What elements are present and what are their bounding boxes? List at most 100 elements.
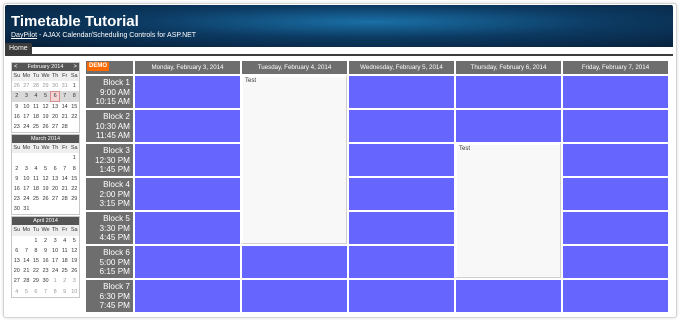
time-cell[interactable] — [347, 176, 454, 210]
mini-day[interactable]: 14 — [60, 174, 70, 184]
time-cell[interactable] — [133, 210, 240, 244]
calendar-event[interactable]: Test — [454, 142, 561, 278]
time-cell[interactable] — [133, 278, 240, 312]
mini-day[interactable]: 14 — [60, 102, 70, 112]
mini-day[interactable]: 19 — [41, 184, 51, 194]
mini-day[interactable]: 5 — [69, 236, 79, 246]
mini-day[interactable]: 15 — [69, 102, 79, 112]
mini-day[interactable]: 3 — [22, 164, 32, 174]
mini-day[interactable]: 3 — [69, 276, 79, 286]
mini-day[interactable]: 23 — [12, 122, 22, 132]
mini-day[interactable]: 30 — [50, 81, 60, 91]
time-cell[interactable] — [561, 210, 668, 244]
mini-day[interactable]: 31 — [22, 204, 32, 214]
prev-month-button[interactable]: < — [14, 63, 18, 71]
mini-day[interactable]: 30 — [41, 276, 51, 286]
mini-day[interactable]: 9 — [12, 102, 22, 112]
mini-day[interactable]: 28 — [31, 81, 41, 91]
mini-day[interactable]: 24 — [50, 266, 60, 276]
mini-day[interactable]: 12 — [41, 174, 51, 184]
mini-day[interactable]: 28 — [22, 276, 32, 286]
time-cell[interactable] — [454, 108, 561, 142]
mini-day[interactable]: 7 — [22, 246, 32, 256]
mini-day[interactable]: 24 — [22, 194, 32, 204]
mini-day[interactable]: 16 — [12, 184, 22, 194]
mini-day[interactable]: 8 — [50, 287, 60, 297]
mini-day[interactable]: 21 — [60, 184, 70, 194]
mini-day[interactable]: 7 — [59, 91, 70, 102]
mini-day[interactable]: 8 — [69, 164, 79, 174]
mini-day[interactable]: 18 — [31, 184, 41, 194]
time-cell[interactable] — [561, 278, 668, 312]
mini-day[interactable]: 6 — [50, 91, 60, 102]
time-cell[interactable] — [240, 278, 347, 312]
mini-day[interactable]: 21 — [22, 266, 32, 276]
time-cell[interactable] — [133, 142, 240, 176]
mini-day[interactable]: 11 — [60, 246, 70, 256]
mini-day[interactable]: 2 — [41, 236, 51, 246]
mini-day[interactable]: 25 — [31, 194, 41, 204]
mini-day[interactable]: 27 — [12, 276, 22, 286]
mini-day[interactable]: 4 — [31, 91, 41, 102]
mini-day[interactable]: 1 — [69, 153, 79, 163]
mini-day[interactable]: 23 — [12, 194, 22, 204]
mini-day[interactable]: 27 — [50, 122, 60, 132]
time-cell[interactable] — [561, 176, 668, 210]
mini-day[interactable]: 17 — [22, 184, 32, 194]
mini-day[interactable]: 29 — [41, 81, 51, 91]
mini-day[interactable]: 9 — [41, 246, 51, 256]
time-cell[interactable] — [133, 108, 240, 142]
mini-day[interactable]: 5 — [22, 287, 32, 297]
mini-day[interactable]: 27 — [50, 194, 60, 204]
mini-day[interactable]: 19 — [69, 256, 79, 266]
mini-day[interactable]: 3 — [50, 236, 60, 246]
mini-day[interactable]: 1 — [50, 276, 60, 286]
mini-day[interactable]: 4 — [31, 164, 41, 174]
mini-day[interactable]: 30 — [12, 204, 22, 214]
mini-day[interactable]: 6 — [50, 164, 60, 174]
time-cell[interactable] — [133, 244, 240, 278]
mini-day[interactable]: 26 — [69, 266, 79, 276]
mini-day[interactable]: 19 — [41, 112, 51, 122]
time-cell[interactable] — [347, 108, 454, 142]
mini-day[interactable]: 20 — [50, 112, 60, 122]
time-cell[interactable] — [347, 142, 454, 176]
mini-day[interactable]: 22 — [31, 266, 41, 276]
time-cell[interactable] — [347, 244, 454, 278]
mini-day[interactable]: 28 — [60, 194, 70, 204]
calendar-event[interactable]: Test — [240, 74, 347, 244]
mini-day[interactable]: 12 — [69, 246, 79, 256]
mini-day[interactable]: 4 — [12, 287, 22, 297]
mini-day[interactable]: 26 — [41, 194, 51, 204]
time-cell[interactable] — [561, 74, 668, 108]
time-cell[interactable] — [347, 210, 454, 244]
mini-day[interactable]: 16 — [41, 256, 51, 266]
mini-day[interactable]: 6 — [31, 287, 41, 297]
mini-day[interactable]: 28 — [60, 122, 70, 132]
mini-day[interactable]: 12 — [41, 102, 51, 112]
mini-day[interactable]: 20 — [12, 266, 22, 276]
mini-day[interactable]: 15 — [31, 256, 41, 266]
mini-day[interactable]: 29 — [31, 276, 41, 286]
mini-day[interactable]: 21 — [60, 112, 70, 122]
mini-day[interactable]: 25 — [60, 266, 70, 276]
mini-day[interactable]: 15 — [69, 174, 79, 184]
mini-day[interactable]: 26 — [12, 81, 22, 91]
next-month-button[interactable]: > — [73, 63, 77, 71]
mini-day[interactable]: 25 — [31, 122, 41, 132]
mini-day[interactable]: 2 — [12, 164, 22, 174]
mini-day[interactable]: 24 — [22, 122, 32, 132]
mini-day[interactable]: 10 — [69, 287, 79, 297]
time-cell[interactable] — [561, 108, 668, 142]
mini-day[interactable]: 8 — [31, 246, 41, 256]
mini-day[interactable]: 6 — [12, 246, 22, 256]
mini-day[interactable]: 22 — [69, 184, 79, 194]
mini-day[interactable]: 18 — [60, 256, 70, 266]
time-cell[interactable] — [561, 244, 668, 278]
mini-day[interactable]: 3 — [21, 91, 32, 102]
mini-day[interactable]: 7 — [60, 164, 70, 174]
mini-day[interactable]: 10 — [22, 102, 32, 112]
mini-day[interactable]: 4 — [60, 236, 70, 246]
time-cell[interactable] — [133, 176, 240, 210]
mini-day[interactable]: 9 — [12, 174, 22, 184]
